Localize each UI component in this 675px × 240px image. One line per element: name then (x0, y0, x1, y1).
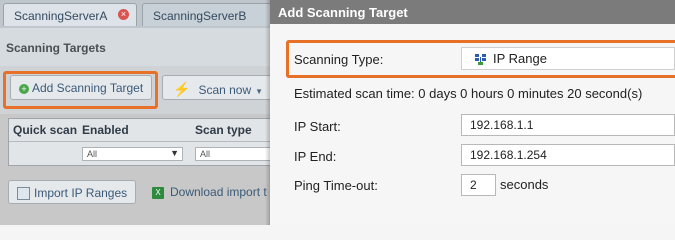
tab-bar: ScanningServerA × ScanningServerB (0, 0, 270, 28)
scan-now-label: Scan now (198, 83, 252, 97)
column-enabled[interactable]: Enabled (82, 123, 129, 137)
ip-start-label: IP Start: (294, 119, 341, 134)
excel-icon: X (152, 186, 164, 199)
tab-label: ScanningServerA (14, 9, 108, 23)
dialog-title: Add Scanning Target (270, 0, 675, 24)
highlight-scanning-type (286, 40, 675, 78)
highlight-add-target (3, 71, 158, 109)
download-label: Download import t (170, 185, 267, 199)
ping-timeout-input[interactable]: 2 (461, 174, 496, 196)
tab-scanning-server-a[interactable]: ScanningServerA × (3, 3, 137, 26)
tab-label: ScanningServerB (153, 9, 247, 23)
import-label: Import IP Ranges (34, 186, 128, 200)
enabled-filter-select[interactable]: All ▼ (82, 147, 183, 161)
ip-start-input[interactable]: 192.168.1.1 (461, 114, 675, 136)
ping-timeout-label: Ping Time-out: (294, 178, 378, 193)
scan-now-button[interactable]: ⚡ Scan now ▼ (162, 75, 270, 100)
close-icon[interactable]: × (118, 9, 129, 20)
background-app: ScanningServerA × ScanningServerB Scanni… (0, 0, 270, 225)
scan-type-filter-select[interactable]: All (195, 147, 270, 161)
grid-filter-row: All ▼ All (9, 142, 270, 164)
section-title: Scanning Targets (0, 28, 270, 66)
import-ip-ranges-button[interactable]: Import IP Ranges (8, 180, 136, 204)
tab-scanning-server-b[interactable]: ScanningServerB (142, 3, 270, 26)
ping-timeout-unit: seconds (500, 177, 549, 192)
ip-end-label: IP End: (294, 149, 337, 164)
filter-value: All (87, 149, 98, 159)
filter-value: All (200, 149, 211, 159)
add-scanning-target-dialog: Add Scanning Target Scanning Type: IP Ra… (270, 0, 675, 225)
grid-header: Quick scan Enabled Scan type (9, 119, 270, 142)
column-quick-scan[interactable]: Quick scan (13, 123, 77, 137)
estimated-scan-time: Estimated scan time: 0 days 0 hours 0 mi… (294, 86, 643, 101)
ip-end-input[interactable]: 192.168.1.254 (461, 144, 675, 166)
download-import-template-link[interactable]: X Download import t (152, 185, 267, 199)
chevron-down-icon: ▼ (170, 148, 179, 158)
import-icon (17, 187, 30, 201)
lightning-icon: ⚡ (173, 81, 191, 97)
targets-grid: Quick scan Enabled Scan type All ▼ All (8, 118, 270, 166)
column-scan-type[interactable]: Scan type (195, 123, 252, 137)
chevron-down-icon: ▼ (255, 87, 264, 96)
